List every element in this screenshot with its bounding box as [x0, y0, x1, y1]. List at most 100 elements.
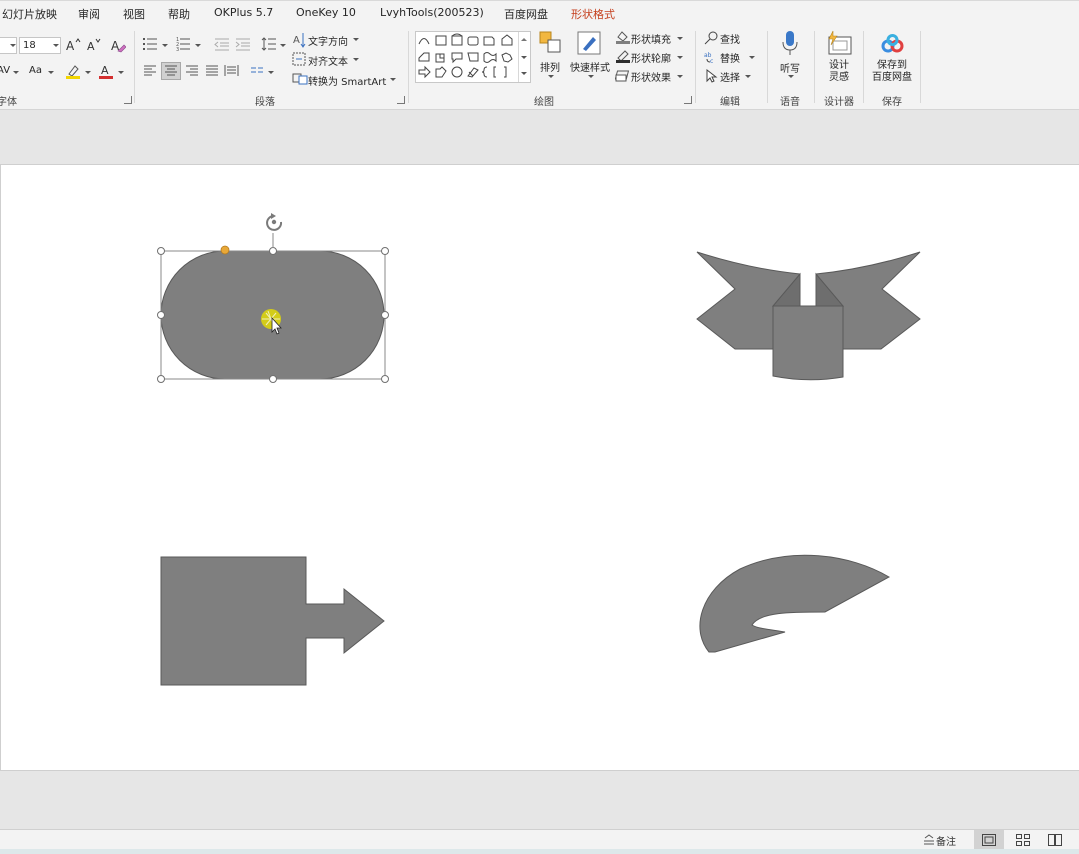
bracket-shape-icon	[493, 66, 507, 78]
font-color-dropdown-icon	[118, 71, 124, 74]
tab-okplus[interactable]: OKPlus 5.7	[214, 6, 273, 19]
find-icon[interactable]	[704, 31, 719, 45]
resize-handle-top-left	[157, 247, 165, 255]
rounded-rectangle-shape-icon	[467, 36, 479, 46]
arrange-dropdown-icon	[548, 75, 554, 78]
tab-help[interactable]: 帮助	[168, 6, 190, 22]
align-right-icon[interactable]	[185, 65, 199, 77]
pencil-shape-icon	[467, 67, 479, 78]
font-size-dropdown-icon	[53, 44, 59, 47]
reading-view-icon	[1048, 834, 1062, 846]
svg-text:c: c	[710, 58, 713, 64]
shape-fill-icon[interactable]	[615, 30, 631, 44]
select-label[interactable]: 选择	[720, 69, 740, 84]
shape-fill-label[interactable]: 形状填充	[631, 31, 671, 46]
convert-smartart-label[interactable]: 转换为 SmartArt	[308, 73, 386, 88]
tab-shape-format[interactable]: 形状格式	[571, 6, 615, 22]
distributed-icon[interactable]	[224, 64, 239, 77]
change-case-label[interactable]: Aa	[29, 65, 42, 76]
bullets-icon[interactable]	[143, 37, 159, 51]
paragraph-group-label: 段落	[255, 97, 275, 108]
notes-button[interactable]: 备注	[936, 833, 956, 848]
quick-styles-button[interactable]: 快速样式	[570, 59, 610, 74]
shape-outline-icon[interactable]	[615, 49, 631, 63]
font-name-dropdown-icon	[10, 44, 16, 47]
gallery-scroll-column	[518, 32, 530, 82]
group-separator	[767, 31, 768, 103]
arrange-icon	[539, 31, 561, 53]
text-direction-dropdown-icon	[353, 38, 359, 41]
numbering-icon[interactable]: 123	[176, 37, 192, 51]
increase-indent-icon[interactable]	[235, 37, 251, 51]
justify-icon[interactable]	[205, 65, 219, 77]
powerpoint-window: 幻灯片放映 审阅 视图 帮助 OKPlus 5.7 OneKey 10 Lvyh…	[0, 0, 1079, 854]
text-direction-icon[interactable]: A	[293, 32, 307, 48]
ribbon-tab-bar: 幻灯片放映 审阅 视图 帮助 OKPlus 5.7 OneKey 10 Lvyh…	[0, 1, 1079, 27]
svg-text:A: A	[101, 64, 109, 77]
frame-shape-icon	[435, 53, 445, 63]
drawing-dialog-launcher-icon[interactable]	[684, 96, 692, 104]
tab-view[interactable]: 视图	[123, 6, 145, 22]
design-ideas-button[interactable]: 设计 灵感	[829, 60, 849, 84]
align-center-button[interactable]	[161, 62, 181, 80]
baidu-netdisk-icon	[881, 34, 904, 53]
shape-fill-dropdown-icon	[677, 37, 683, 40]
reading-view-button[interactable]	[1040, 830, 1070, 850]
decrease-indent-icon[interactable]	[214, 37, 230, 51]
replace-dropdown-icon	[749, 56, 755, 59]
slide-shapes-layer	[157, 213, 921, 686]
font-dialog-launcher-icon[interactable]	[124, 96, 132, 104]
brace-shape-icon	[481, 66, 488, 78]
align-text-icon[interactable]	[292, 52, 306, 66]
right-arrow-callout-shape[interactable]	[160, 556, 385, 686]
dictate-button[interactable]: 听写	[780, 60, 800, 75]
columns-icon[interactable]	[250, 66, 264, 76]
ribbon-banner-shape[interactable]	[696, 251, 921, 381]
folded-corner-shape-icon	[483, 36, 495, 46]
font-color-icon[interactable]: A	[98, 63, 114, 79]
slide-sorter-icon	[1016, 834, 1030, 846]
align-text-label[interactable]: 对齐文本	[308, 53, 348, 68]
shapes-gallery[interactable]	[415, 31, 531, 83]
shape-effects-label[interactable]: 形状效果	[631, 69, 671, 84]
gallery-scroll-down-icon[interactable]	[521, 56, 527, 59]
quick-styles-dropdown-icon	[588, 75, 594, 78]
align-left-icon[interactable]	[143, 65, 157, 77]
align-center-icon	[165, 65, 177, 76]
normal-view-button[interactable]	[974, 830, 1004, 850]
group-separator	[863, 31, 864, 103]
wave-shape-icon	[483, 52, 497, 63]
moon-shape[interactable]	[699, 554, 891, 653]
replace-label[interactable]: 替换	[720, 50, 740, 65]
tab-baidu-netdisk[interactable]: 百度网盘	[504, 6, 548, 22]
increase-font-size-icon[interactable]: A	[65, 37, 81, 53]
gallery-scroll-up-icon[interactable]	[521, 38, 527, 41]
find-label[interactable]: 查找	[720, 31, 740, 46]
character-spacing-label[interactable]: AV	[0, 65, 10, 76]
gallery-more-icon[interactable]	[521, 72, 527, 75]
slide-canvas[interactable]	[0, 164, 1079, 771]
tab-onekey[interactable]: OneKey 10	[296, 6, 356, 19]
svg-text:A: A	[87, 40, 95, 53]
tab-review[interactable]: 审阅	[78, 6, 100, 22]
arrange-button[interactable]: 排列	[540, 59, 560, 74]
tab-slideshow[interactable]: 幻灯片放映	[2, 6, 57, 22]
convert-smartart-icon[interactable]	[292, 71, 308, 85]
shape-outline-label[interactable]: 形状轮廓	[631, 50, 671, 65]
highlight-icon[interactable]	[65, 63, 81, 79]
save-to-baidu-button[interactable]: 保存到 百度网盘	[872, 60, 912, 84]
paragraph-dialog-launcher-icon[interactable]	[397, 96, 405, 104]
select-icon[interactable]	[704, 69, 718, 83]
adjust-handle[interactable]	[220, 245, 230, 255]
line-spacing-icon[interactable]	[261, 37, 277, 51]
rotate-handle-icon[interactable]	[266, 213, 283, 231]
text-direction-label[interactable]: 文字方向	[308, 33, 348, 48]
clear-formatting-icon[interactable]: A	[110, 37, 126, 53]
slide-sorter-view-button[interactable]	[1008, 830, 1038, 850]
tab-lvyhtools[interactable]: LvyhTools(200523)	[380, 6, 484, 19]
decrease-font-size-icon[interactable]: A	[86, 37, 102, 53]
shape-outline-dropdown-icon	[677, 56, 683, 59]
parallelogram-shape-icon	[467, 52, 479, 62]
shape-effects-icon[interactable]	[615, 69, 631, 83]
replace-icon[interactable]: abc	[704, 50, 719, 64]
